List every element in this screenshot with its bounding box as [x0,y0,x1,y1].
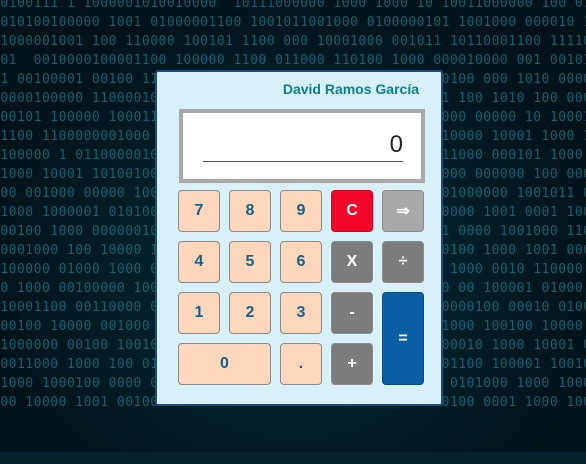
display-value: 0 [389,131,403,158]
minus-button[interactable]: - [331,292,373,334]
backspace-button[interactable]: ⇒ [382,190,424,232]
divide-button[interactable]: ÷ [382,241,424,283]
plus-button[interactable]: + [331,343,373,385]
key-3[interactable]: 3 [280,292,322,334]
display-underline [203,161,403,162]
decimal-button[interactable]: . [280,343,322,385]
key-7[interactable]: 7 [178,190,220,232]
equals-button[interactable]: = [382,292,424,385]
key-2[interactable]: 2 [229,292,271,334]
key-6[interactable]: 6 [280,241,322,283]
key-0[interactable]: 0 [178,343,271,385]
clear-button[interactable]: C [331,190,373,232]
key-4[interactable]: 4 [178,241,220,283]
key-1[interactable]: 1 [178,292,220,334]
calculator-panel: David Ramos García 0 7 8 9 C ⇒ 4 5 6 X ÷… [155,70,443,406]
multiply-button[interactable]: X [331,241,373,283]
key-9[interactable]: 9 [280,190,322,232]
calculator-display: 0 [179,109,425,183]
key-5[interactable]: 5 [229,241,271,283]
key-8[interactable]: 8 [229,190,271,232]
author-name: David Ramos García [282,81,419,97]
